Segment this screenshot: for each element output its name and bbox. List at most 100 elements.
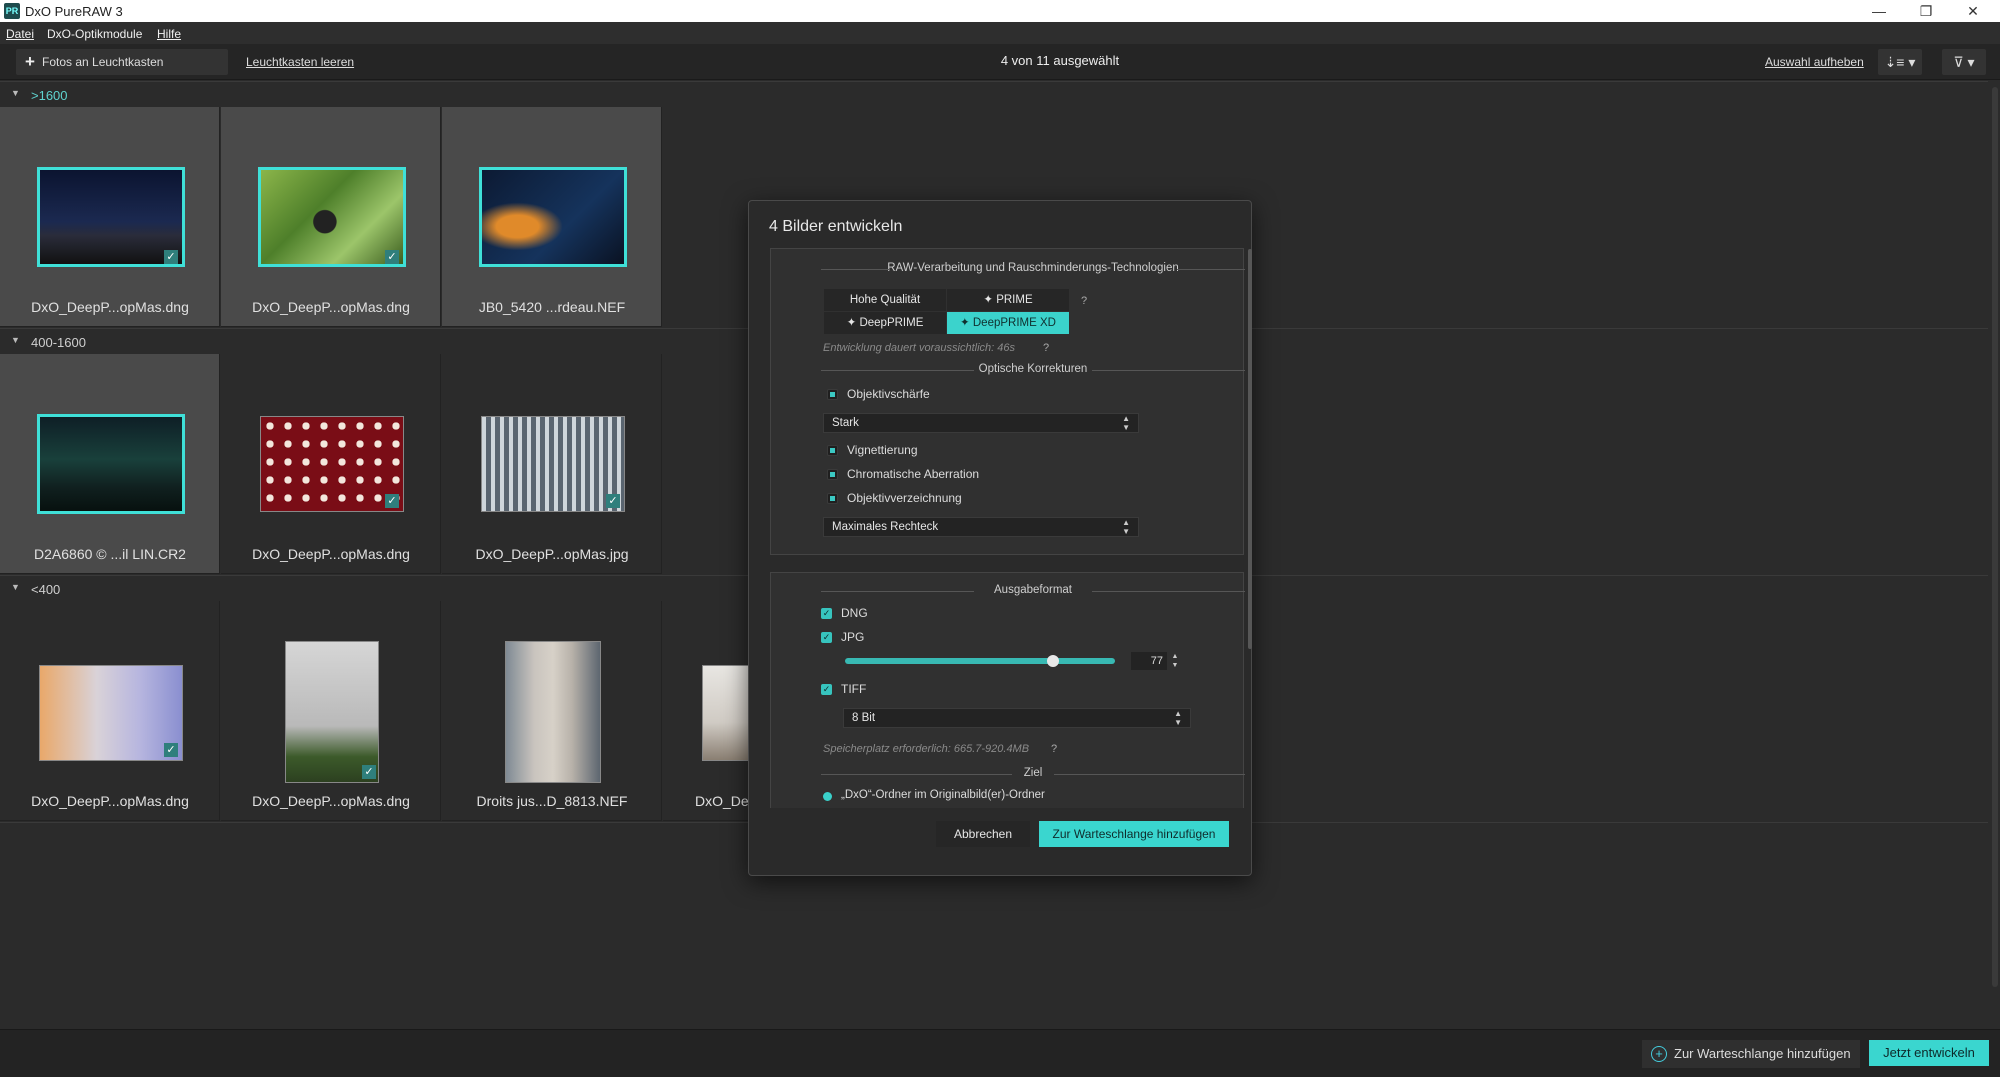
target-option-label: „DxO“-Ordner im Originalbild(er)-Ordner (841, 789, 1045, 801)
develop-now-button[interactable]: Jetzt entwickeln (1869, 1040, 1989, 1066)
chromatic-aberration-label: Chromatische Aberration (847, 467, 980, 481)
jpg-quality-input[interactable]: 77 (1131, 652, 1167, 670)
menu-dxo-optikmodule[interactable]: DxO-Optikmodule (47, 27, 142, 41)
window-title: DxO PureRAW 3 (25, 4, 123, 19)
storage-hint: Speicherplatz erforderlich: 665.7-920.4M… (823, 743, 1030, 755)
add-to-queue-label: Zur Warteschlange hinzufügen (1674, 1046, 1851, 1061)
menu-bar: Datei DxO-Optikmodule Hilfe (0, 22, 2000, 44)
duration-hint: Entwicklung dauert voraussichtlich: 46s (823, 342, 1015, 354)
jpg-label: JPG (841, 630, 865, 644)
scrollbar-thumb[interactable] (1992, 87, 1998, 987)
sharpness-value: Stark (832, 417, 859, 429)
photo-thumbnail (479, 167, 627, 267)
sort-button[interactable]: ⇣≡ ▾ (1878, 49, 1922, 75)
target-radio[interactable] (823, 792, 832, 801)
group-header[interactable]: ▼ >1600 (0, 81, 1988, 107)
method-deepprime-xd[interactable]: ✦ DeepPRIME XD (947, 312, 1069, 334)
method-deepprime[interactable]: ✦ DeepPRIME (824, 312, 946, 334)
dng-checkbox[interactable]: ✓ (821, 608, 832, 619)
photo-tile[interactable]: ✓ DxO_DeepP...opMas.dng (0, 601, 220, 821)
photo-tile[interactable]: ✓ DxO_DeepP...opMas.dng (0, 107, 220, 327)
dialog-title: 4 Bilder entwickeln (769, 218, 903, 235)
photo-filename: D2A6860 © ...il LIN.CR2 (34, 546, 186, 562)
photo-filename: Droits jus...D_8813.NEF (476, 793, 628, 809)
close-button[interactable]: ✕ (1950, 0, 1996, 22)
develop-dialog: 4 Bilder entwickeln RAW-Verarbeitung und… (748, 200, 1252, 876)
checkmark-icon: ✓ (385, 250, 399, 264)
minimize-button[interactable]: — (1856, 0, 1902, 22)
lens-sharpness-checkbox[interactable] (827, 389, 838, 400)
checkmark-icon: ✓ (164, 250, 178, 264)
photo-thumbnail (39, 665, 183, 761)
photo-tile[interactable]: ✓ DxO_DeepP...opMas.jpg (442, 354, 662, 574)
photo-thumbnail (505, 641, 601, 783)
photo-thumbnail (285, 641, 379, 783)
checkmark-icon: ✓ (606, 494, 620, 508)
lens-sharpness-label: Objektivschärfe (847, 387, 930, 401)
deselect-link[interactable]: Auswahl aufheben (1765, 49, 1864, 75)
tiff-depth-select[interactable]: 8 Bit ▲ ▼ (843, 708, 1191, 728)
sharpness-select[interactable]: Stark ▲ ▼ (823, 413, 1139, 433)
slider-knob[interactable] (1046, 655, 1059, 667)
bottom-bar: + Zur Warteschlange hinzufügen Jetzt ent… (0, 1029, 2000, 1077)
group-label: >1600 (31, 88, 68, 103)
photo-filename: DxO_DeepP...opMas.dng (252, 546, 410, 562)
photo-filename: DxO_DeepP...opMas.dng (31, 793, 189, 809)
section-title-optics: Optische Korrekturen (821, 363, 1245, 377)
jpg-checkbox[interactable]: ✓ (821, 632, 832, 643)
photo-tile[interactable]: JB0_5420 ...rdeau.NEF (442, 107, 662, 327)
tiff-checkbox[interactable]: ✓ (821, 684, 832, 695)
section-title-raw: RAW-Verarbeitung und Rauschminderungs-Te… (821, 262, 1246, 276)
photo-tile[interactable]: ✓ DxO_DeepP...opMas.dng (221, 601, 441, 821)
output-panel: Ausgabeformat ✓ DNG ✓ JPG 77 ▲ ▼ ✓ TIFF 8… (770, 572, 1245, 808)
add-circle-icon: + (1651, 1046, 1667, 1062)
help-icon[interactable]: ? (1043, 342, 1049, 354)
updown-arrows-icon: ▲ ▼ (1122, 414, 1130, 432)
tiff-depth-value: 8 Bit (852, 712, 876, 724)
distortion-value: Maximales Rechteck (832, 521, 939, 533)
app-icon: PR (4, 3, 20, 19)
photo-thumbnail (481, 416, 625, 512)
dng-label: DNG (841, 606, 868, 620)
photo-thumbnail (37, 414, 185, 514)
distortion-label: Objektivverzeichnung (847, 491, 962, 505)
tiff-label: TIFF (841, 682, 867, 696)
settings-panel: RAW-Verarbeitung und Rauschminderungs-Te… (770, 248, 1246, 555)
jpg-quality-slider[interactable] (845, 658, 1115, 664)
method-hohe-qualitaet[interactable]: Hohe Qualität (824, 289, 946, 311)
chevron-down-icon[interactable]: ▼ (11, 582, 20, 592)
menu-datei[interactable]: Datei (6, 27, 34, 41)
add-to-queue-dialog-button[interactable]: Zur Warteschlange hinzufügen (1039, 821, 1229, 847)
photo-thumbnail (260, 416, 404, 512)
toolbar: + Fotos an Leuchtkasten übergeben Leucht… (0, 44, 2000, 95)
help-icon[interactable]: ? (1051, 743, 1057, 755)
filter-button[interactable]: ⊽ ▾ (1942, 49, 1986, 75)
photo-tile[interactable]: D2A6860 © ...il LIN.CR2 (0, 354, 220, 574)
chevron-down-icon[interactable]: ▼ (11, 88, 20, 98)
photo-tile[interactable]: ✓ DxO_DeepP...opMas.dng (221, 107, 441, 327)
distortion-checkbox[interactable] (827, 493, 838, 504)
chevron-down-icon[interactable]: ▼ (11, 335, 20, 345)
group-label: <400 (31, 582, 61, 597)
method-prime[interactable]: ✦ PRIME (947, 289, 1069, 311)
selection-count: 4 von 11 ausgewählt (1000, 53, 1120, 68)
title-bar: PR DxO PureRAW 3 — ❐ ✕ (0, 0, 2000, 22)
photo-filename: DxO_DeepP...opMas.dng (252, 793, 410, 809)
photo-filename: DxO_DeepP...opMas.dng (252, 299, 410, 315)
help-icon[interactable]: ? (1081, 295, 1087, 307)
add-to-queue-button[interactable]: + Zur Warteschlange hinzufügen (1642, 1040, 1860, 1068)
checkmark-icon: ✓ (362, 765, 376, 779)
photo-tile[interactable]: Droits jus...D_8813.NEF (442, 601, 662, 821)
photo-filename: DxO_DeepP...opMas.jpg (475, 546, 629, 562)
maximize-button[interactable]: ❐ (1903, 0, 1949, 22)
vignetting-label: Vignettierung (847, 443, 918, 457)
distortion-select[interactable]: Maximales Rechteck ▲ ▼ (823, 517, 1139, 537)
cancel-button[interactable]: Abbrechen (936, 821, 1030, 847)
chromatic-aberration-checkbox[interactable] (827, 469, 838, 480)
quality-stepper[interactable]: ▲ ▼ (1169, 652, 1181, 670)
gallery-scrollbar[interactable] (1990, 81, 2000, 1027)
menu-hilfe[interactable]: Hilfe (157, 27, 181, 41)
photo-thumbnail (258, 167, 406, 267)
vignetting-checkbox[interactable] (827, 445, 838, 456)
photo-tile[interactable]: ✓ DxO_DeepP...opMas.dng (221, 354, 441, 574)
